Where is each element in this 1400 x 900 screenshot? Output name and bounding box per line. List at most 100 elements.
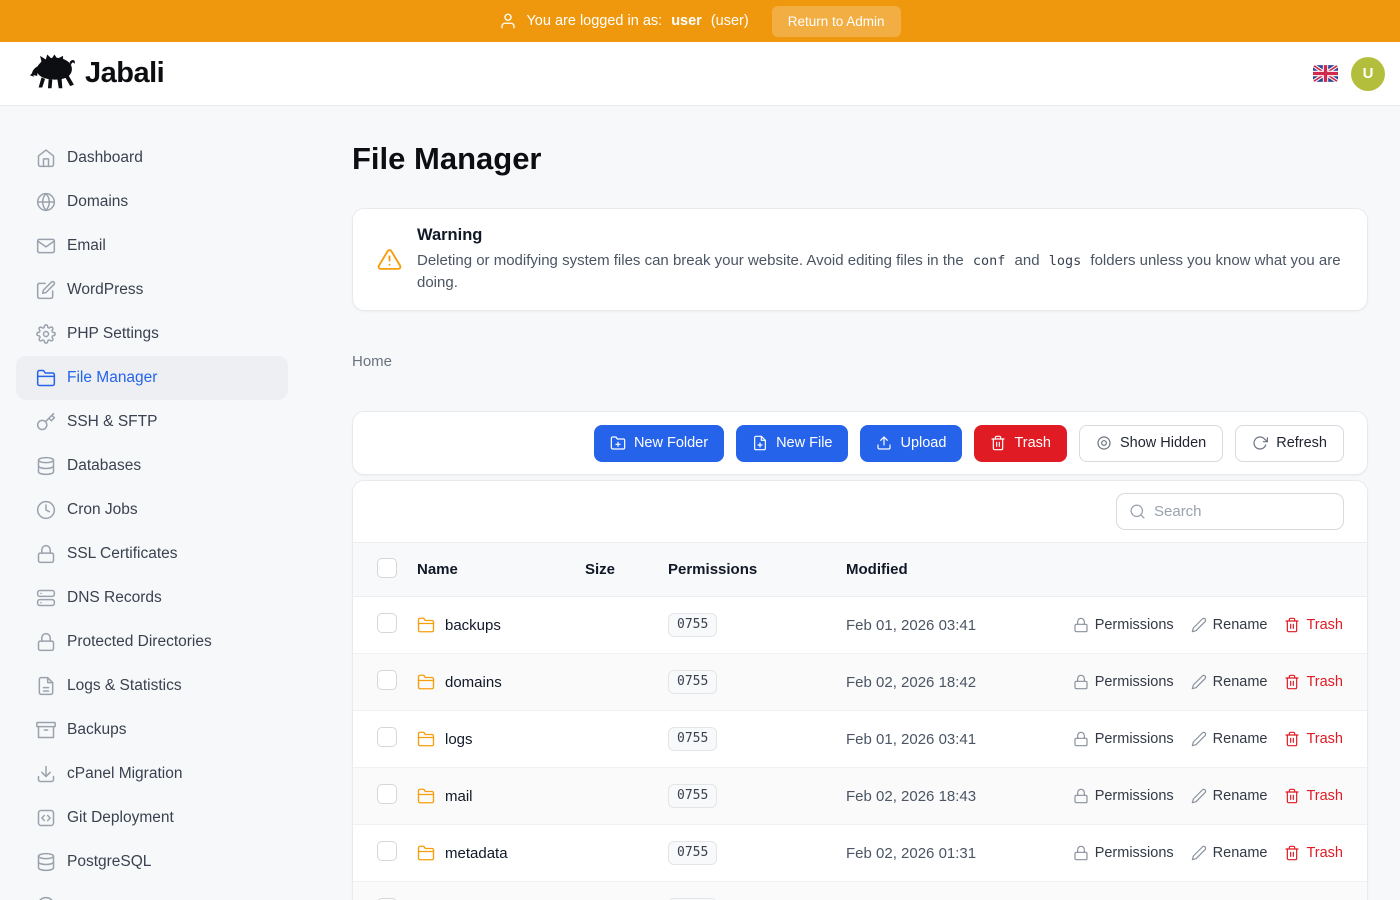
- folder-icon: [417, 730, 435, 748]
- file-name-cell[interactable]: logs: [417, 730, 585, 748]
- lock-icon: [36, 632, 56, 652]
- modified-date: Feb 02, 2026 18:43: [846, 788, 1073, 805]
- permissions-badge: 0755: [668, 841, 717, 865]
- sidebar-item-label: WordPress: [67, 281, 143, 299]
- sidebar-item-ssl-certificates[interactable]: SSL Certificates: [16, 532, 288, 576]
- sidebar-item-wordpress[interactable]: WordPress: [16, 268, 288, 312]
- refresh-icon: [1252, 435, 1268, 451]
- sidebar-item-postgresql[interactable]: PostgreSQL: [16, 840, 288, 884]
- lock-icon: [1073, 788, 1089, 804]
- row-trash-button[interactable]: Trash: [1284, 788, 1343, 804]
- row-checkbox[interactable]: [377, 727, 397, 747]
- row-checkbox[interactable]: [377, 841, 397, 861]
- row-permissions-button[interactable]: Permissions: [1073, 674, 1174, 690]
- warning-title: Warning: [417, 226, 1343, 245]
- folder-icon: [417, 787, 435, 805]
- sidebar-item-label: Dashboard: [67, 149, 143, 167]
- logged-in-message: You are logged in as:: [526, 13, 662, 29]
- trash-button[interactable]: Trash: [974, 425, 1067, 462]
- row-permissions-button[interactable]: Permissions: [1073, 731, 1174, 747]
- row-rename-button[interactable]: Rename: [1191, 731, 1268, 747]
- table-header: Name Size Permissions Modified: [353, 542, 1367, 597]
- brand-name: Jabali: [85, 57, 164, 90]
- sidebar-item-dashboard[interactable]: Dashboard: [16, 136, 288, 180]
- sidebar-item-cpanel-migration[interactable]: cPanel Migration: [16, 752, 288, 796]
- new-folder-button[interactable]: New Folder: [594, 425, 724, 462]
- modified-date: Feb 02, 2026 01:31: [846, 845, 1073, 862]
- sidebar-item-databases[interactable]: Databases: [16, 444, 288, 488]
- sidebar-item-label: File Manager: [67, 369, 157, 387]
- folder-icon: [417, 616, 435, 634]
- row-rename-button[interactable]: Rename: [1191, 617, 1268, 633]
- sidebar-item-php-settings[interactable]: PHP Settings: [16, 312, 288, 356]
- row-trash-button[interactable]: Trash: [1284, 617, 1343, 633]
- code-icon: [36, 808, 56, 828]
- sidebar-item-file-manager[interactable]: File Manager: [16, 356, 288, 400]
- page-title: File Manager: [352, 140, 1368, 177]
- refresh-button[interactable]: Refresh: [1235, 425, 1344, 462]
- table-row-logs: logs0755Feb 01, 2026 03:41PermissionsRen…: [353, 711, 1367, 768]
- sidebar-item-label: Logs & Statistics: [67, 677, 182, 695]
- file-name: metadata: [445, 845, 508, 862]
- sidebar-item-label: SSH & SFTP: [67, 413, 157, 431]
- upload-button[interactable]: Upload: [860, 425, 962, 462]
- row-checkbox[interactable]: [377, 613, 397, 633]
- upload-icon: [876, 435, 892, 451]
- sidebar-item-label: Backups: [67, 721, 126, 739]
- sidebar-item-label: DNS Records: [67, 589, 162, 607]
- search-input[interactable]: [1154, 503, 1331, 520]
- sidebar-item-protected-directories[interactable]: Protected Directories: [16, 620, 288, 664]
- file-name-cell[interactable]: domains: [417, 673, 585, 691]
- settings-icon: [36, 324, 56, 344]
- row-trash-button[interactable]: Trash: [1284, 845, 1343, 861]
- file-name: mail: [445, 788, 473, 805]
- file-name-cell[interactable]: metadata: [417, 844, 585, 862]
- sidebar-item-cron-jobs[interactable]: Cron Jobs: [16, 488, 288, 532]
- breadcrumb-home[interactable]: Home: [352, 353, 392, 370]
- database-icon: [36, 852, 56, 872]
- row-checkbox[interactable]: [377, 784, 397, 804]
- sidebar-item-dns-records[interactable]: DNS Records: [16, 576, 288, 620]
- pencil-icon: [1191, 674, 1207, 690]
- warning-text: Deleting or modifying system files can b…: [417, 250, 1343, 293]
- home-icon: [36, 148, 56, 168]
- row-rename-button[interactable]: Rename: [1191, 788, 1268, 804]
- row-trash-button[interactable]: Trash: [1284, 731, 1343, 747]
- permissions-badge: 0755: [668, 670, 717, 694]
- sidebar-item-partial[interactable]: [16, 884, 288, 900]
- return-to-admin-button[interactable]: Return to Admin: [772, 6, 901, 37]
- sidebar-item-email[interactable]: Email: [16, 224, 288, 268]
- trash-icon: [990, 435, 1006, 451]
- folder-plus-icon: [610, 435, 626, 451]
- row-rename-button[interactable]: Rename: [1191, 845, 1268, 861]
- row-rename-button[interactable]: Rename: [1191, 674, 1268, 690]
- column-header-name: Name: [417, 561, 585, 578]
- show-hidden-button[interactable]: Show Hidden: [1079, 425, 1223, 462]
- user-avatar[interactable]: U: [1351, 57, 1385, 91]
- row-trash-button[interactable]: Trash: [1284, 674, 1343, 690]
- permissions-badge: 0755: [668, 784, 717, 808]
- sidebar-item-backups[interactable]: Backups: [16, 708, 288, 752]
- sidebar-item-ssh-sftp[interactable]: SSH & SFTP: [16, 400, 288, 444]
- new-file-button[interactable]: New File: [736, 425, 848, 462]
- table-row-backups: backups0755Feb 01, 2026 03:41Permissions…: [353, 597, 1367, 654]
- brand[interactable]: Jabali: [30, 53, 164, 94]
- folder-icon: [417, 673, 435, 691]
- sidebar-item-git-deployment[interactable]: Git Deployment: [16, 796, 288, 840]
- search-box: [1116, 493, 1344, 530]
- sidebar-item-logs-statistics[interactable]: Logs & Statistics: [16, 664, 288, 708]
- row-checkbox[interactable]: [377, 670, 397, 690]
- file-name-cell[interactable]: mail: [417, 787, 585, 805]
- language-flag-icon[interactable]: [1313, 65, 1338, 82]
- trash-icon: [1284, 788, 1300, 804]
- row-permissions-button[interactable]: Permissions: [1073, 617, 1174, 633]
- row-permissions-button[interactable]: Permissions: [1073, 788, 1174, 804]
- select-all-checkbox[interactable]: [377, 558, 397, 578]
- file-toolbar: New Folder New File Upload Trash Show Hidden…: [352, 411, 1368, 475]
- file-name-cell[interactable]: backups: [417, 616, 585, 634]
- sidebar-item-domains[interactable]: Domains: [16, 180, 288, 224]
- file-name: backups: [445, 617, 501, 634]
- table-row-metadata: metadata 0755 Feb 02, 2026 01:31Permission…: [353, 825, 1367, 882]
- sidebar-item-label: Databases: [67, 457, 141, 475]
- row-permissions-button[interactable]: Permissions: [1073, 845, 1174, 861]
